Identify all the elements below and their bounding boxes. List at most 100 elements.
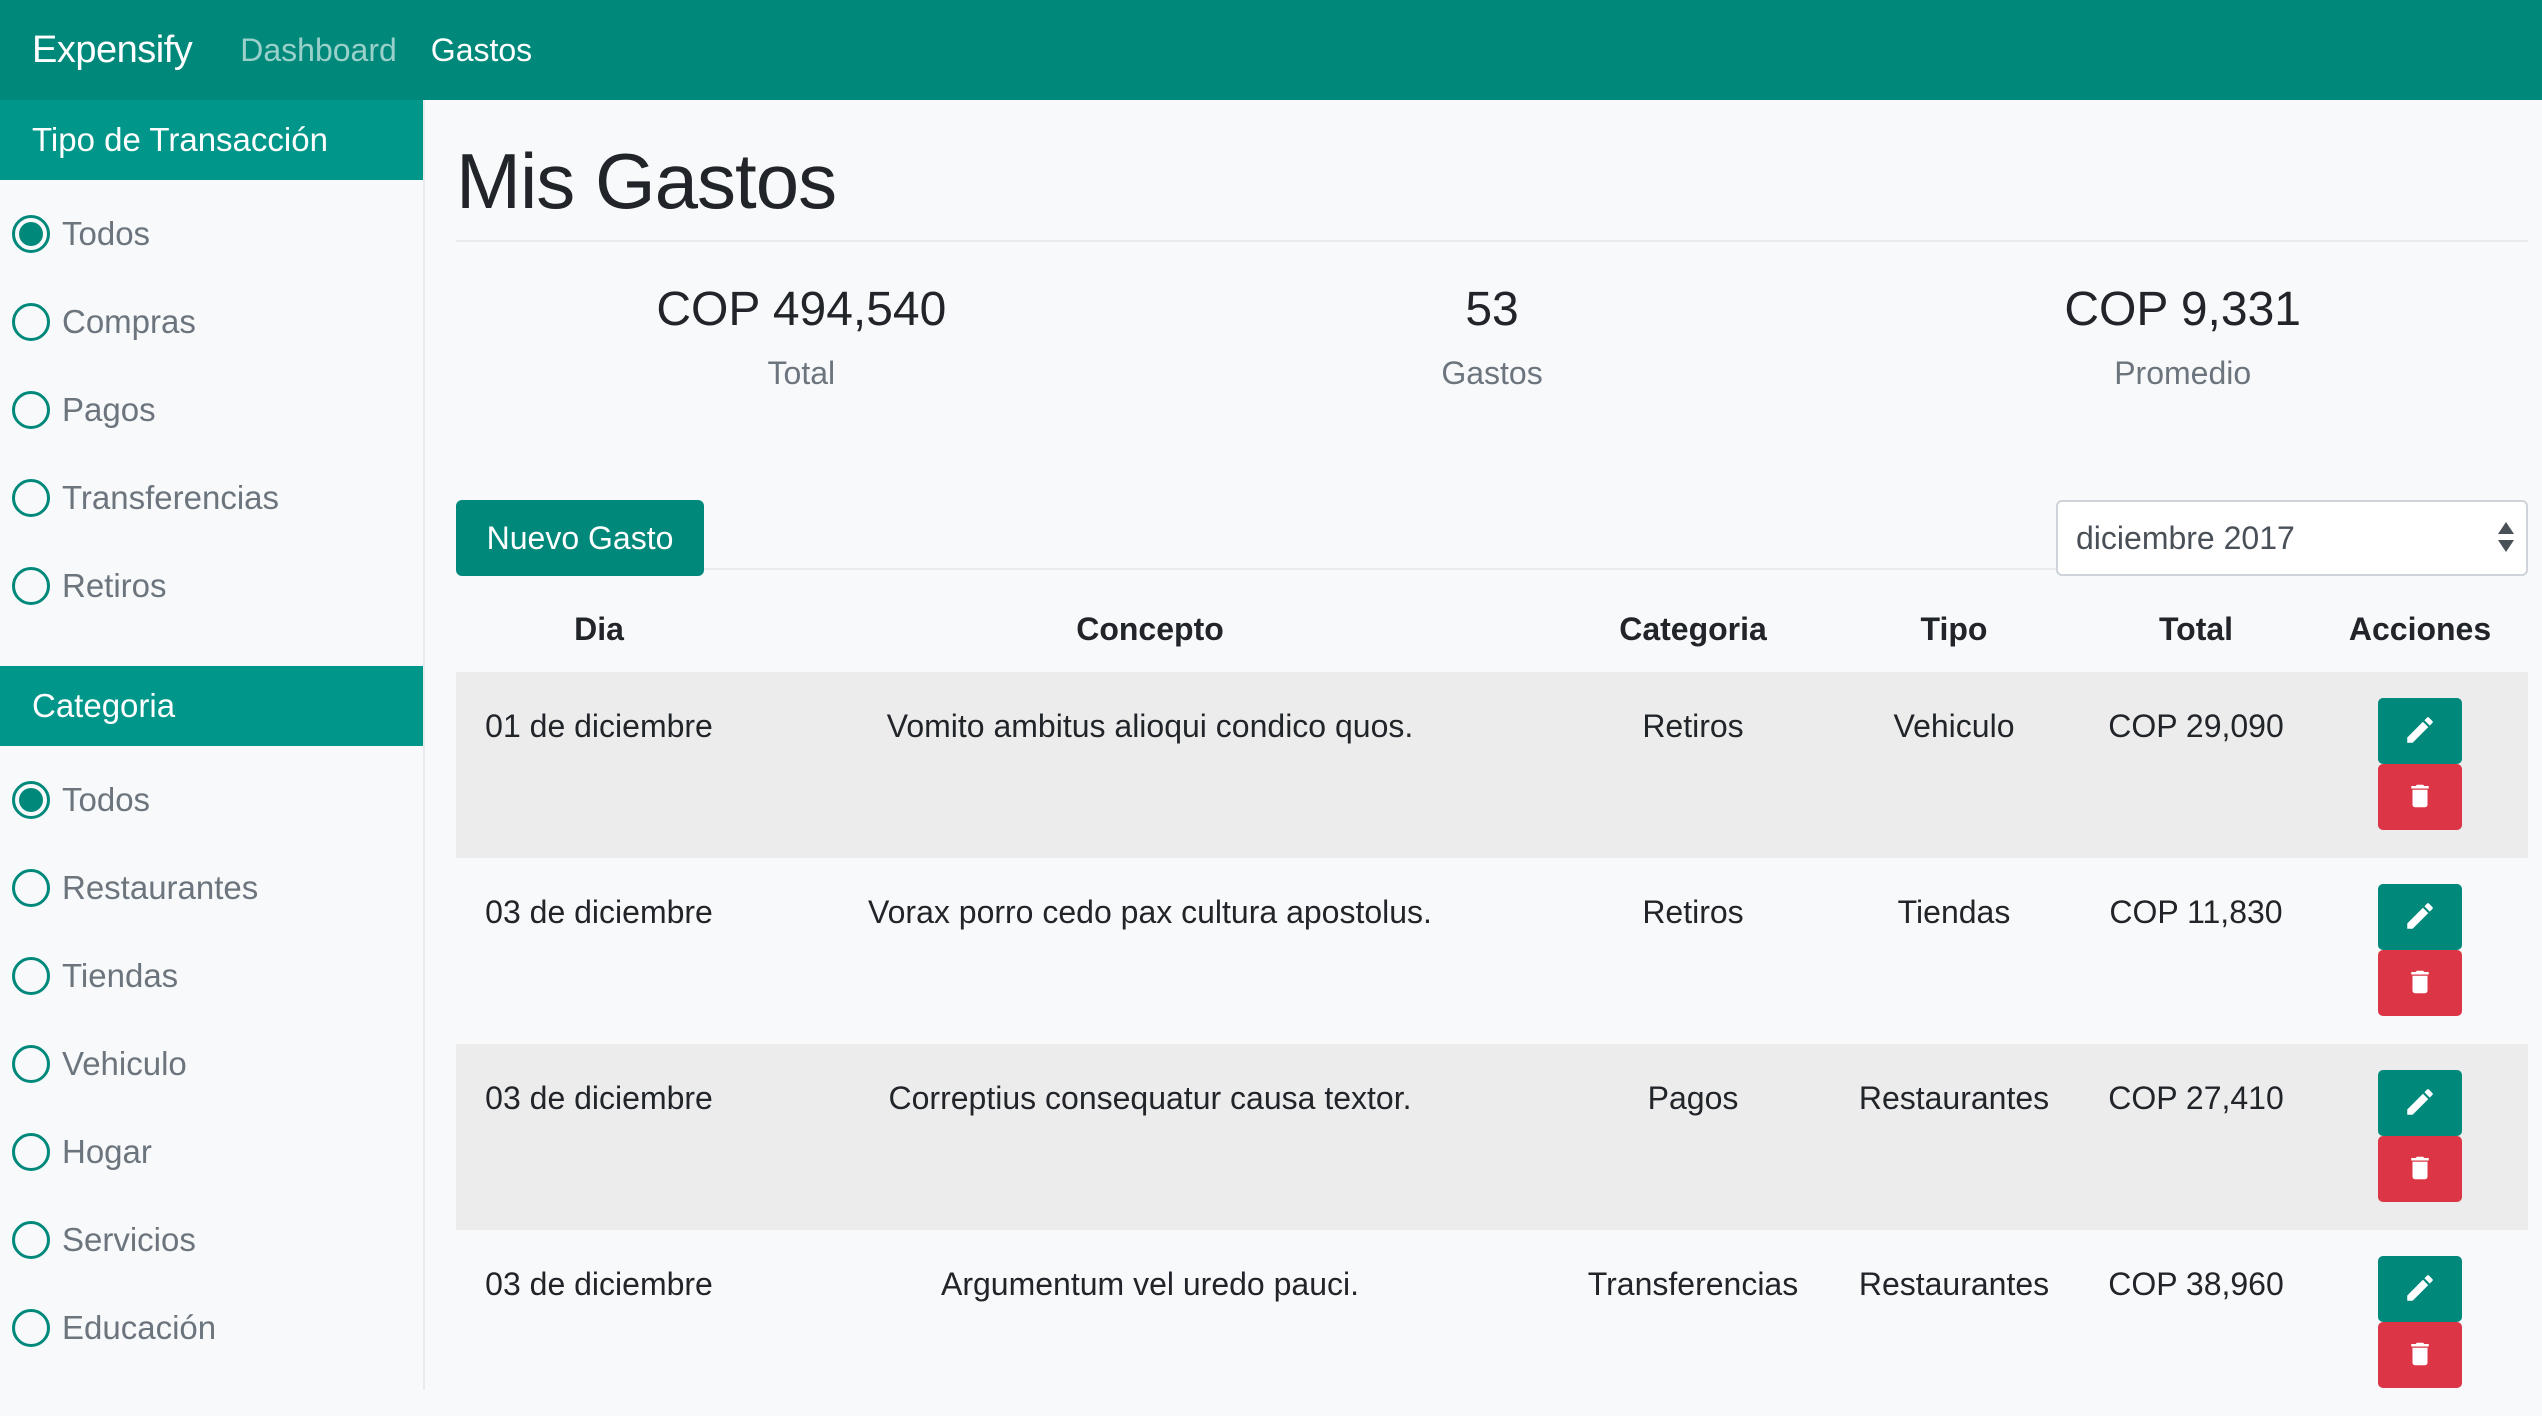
expenses-table: Dia Concepto Categoria Tipo Total Accion…: [456, 570, 2528, 1416]
cell-dia: 01 de diciembre: [456, 672, 742, 858]
radio-icon[interactable]: [12, 1133, 50, 1171]
table-row: 03 de diciembre Vorax porro cedo pax cult…: [456, 858, 2528, 1044]
trash-icon: [2405, 1337, 2435, 1374]
tipo-transaccion-header: Tipo de Transacción: [0, 100, 423, 180]
stat-gastos: 53 Gastos: [1147, 242, 1838, 452]
table-row: 01 de diciembre Vomito ambitus alioqui co…: [456, 672, 2528, 858]
table-row: 03 de diciembre Argumentum vel uredo pauc…: [456, 1230, 2528, 1416]
stat-promedio-value: COP 9,331: [2064, 283, 2301, 336]
stat-promedio-label: Promedio: [2114, 355, 2252, 391]
main-content: Mis Gastos COP 494,540 Total 53 Gastos C…: [456, 100, 2528, 1416]
radio-icon[interactable]: [12, 1309, 50, 1347]
stat-total-value: COP 494,540: [656, 283, 947, 336]
cell-tipo: Vehiculo: [1828, 672, 2080, 858]
cell-concepto: Argumentum vel uredo pauci.: [941, 1266, 1359, 1302]
cell-tipo: Restaurantes: [1828, 1044, 2080, 1230]
stat-promedio: COP 9,331 Promedio: [1837, 242, 2528, 452]
tipo-option[interactable]: Compras: [0, 278, 423, 366]
delete-button[interactable]: [2378, 1322, 2462, 1388]
radio-icon[interactable]: [12, 957, 50, 995]
edit-button[interactable]: [2378, 1256, 2462, 1322]
cell-acciones: [2312, 1044, 2528, 1230]
radio-icon[interactable]: [12, 1045, 50, 1083]
categoria-option-label: Vehiculo: [62, 1045, 187, 1082]
categoria-list: Todos Restaurantes Tiendas Vehiculo Hogar Ser…: [0, 746, 423, 1408]
header-tipo[interactable]: Tipo: [1828, 570, 2080, 672]
cell-total: COP 11,830: [2109, 894, 2283, 930]
categoria-option[interactable]: Educación: [0, 1284, 423, 1372]
tipo-option[interactable]: Transferencias: [0, 454, 423, 542]
pencil-icon: [2403, 1271, 2437, 1308]
cell-acciones: [2312, 1230, 2528, 1416]
cell-categoria: Pagos: [1558, 1044, 1828, 1230]
radio-icon[interactable]: [12, 215, 50, 253]
cell-acciones: [2312, 858, 2528, 1044]
pencil-icon: [2403, 899, 2437, 936]
trash-icon: [2405, 965, 2435, 1002]
brand-logo[interactable]: Expensify: [32, 29, 193, 72]
month-select[interactable]: diciembre 2017: [2056, 500, 2528, 576]
categoria-header: Categoria: [0, 666, 423, 746]
categoria-option[interactable]: Vehiculo: [0, 1020, 423, 1108]
categoria-option-label: Hogar: [62, 1133, 152, 1170]
radio-dot: [19, 788, 43, 812]
nuevo-gasto-button[interactable]: Nuevo Gasto: [456, 500, 704, 576]
delete-button[interactable]: [2378, 950, 2462, 1016]
header-concepto[interactable]: Concepto: [742, 570, 1558, 672]
header-categoria[interactable]: Categoria: [1558, 570, 1828, 672]
cell-categoria: Transferencias: [1587, 1266, 1799, 1302]
delete-button[interactable]: [2378, 764, 2462, 830]
stat-total: COP 494,540 Total: [456, 242, 1147, 452]
tipo-option-label: Transferencias: [62, 479, 280, 516]
page-title: Mis Gastos: [456, 100, 2528, 242]
header-acciones: Acciones: [2348, 610, 2492, 647]
pencil-icon: [2403, 1085, 2437, 1122]
header-total[interactable]: Total: [2080, 570, 2312, 672]
edit-button[interactable]: [2378, 698, 2462, 764]
nav-link-gastos[interactable]: Gastos: [431, 32, 532, 69]
radio-dot: [19, 222, 43, 246]
tipo-option[interactable]: Pagos: [0, 366, 423, 454]
radio-icon[interactable]: [12, 1221, 50, 1259]
cell-tipo: Tiendas: [1897, 894, 2011, 930]
stat-total-label: Total: [767, 355, 836, 391]
cell-categoria: Retiros: [1642, 894, 1744, 930]
edit-button[interactable]: [2378, 884, 2462, 950]
nav-link-dashboard[interactable]: Dashboard: [240, 32, 397, 69]
cell-tipo: Restaurantes: [1858, 1266, 2050, 1302]
categoria-option[interactable]: Hogar: [0, 1108, 423, 1196]
trash-icon: [2405, 1151, 2435, 1188]
month-select-value: diciembre 2017: [2076, 519, 2295, 556]
categoria-option-label: Tiendas: [62, 957, 179, 994]
radio-icon[interactable]: [12, 781, 50, 819]
stat-gastos-value: 53: [1465, 283, 1519, 336]
radio-icon[interactable]: [12, 479, 50, 517]
radio-icon[interactable]: [12, 391, 50, 429]
categoria-option[interactable]: Tiendas: [0, 932, 423, 1020]
tipo-option-label: Compras: [62, 303, 196, 340]
categoria-option[interactable]: Servicios: [0, 1196, 423, 1284]
radio-icon[interactable]: [12, 869, 50, 907]
categoria-option[interactable]: Restaurantes: [0, 844, 423, 932]
tipo-option-label: Pagos: [62, 391, 156, 428]
delete-button[interactable]: [2378, 1136, 2462, 1202]
edit-button[interactable]: [2378, 1070, 2462, 1136]
categoria-option-label: Educación: [62, 1309, 217, 1346]
cell-acciones: [2312, 672, 2528, 858]
cell-total: COP 27,410: [2080, 1044, 2312, 1230]
table-body: 01 de diciembre Vomito ambitus alioqui co…: [456, 672, 2528, 1416]
radio-icon[interactable]: [12, 567, 50, 605]
cell-dia: 03 de diciembre: [456, 1044, 742, 1230]
tipo-option[interactable]: Todos: [0, 190, 423, 278]
stat-gastos-label: Gastos: [1441, 355, 1543, 391]
radio-icon[interactable]: [12, 303, 50, 341]
table-row: 03 de diciembre Correptius consequatur ca…: [456, 1044, 2528, 1230]
cell-categoria: Retiros: [1558, 672, 1828, 858]
header-dia[interactable]: Dia: [456, 570, 742, 672]
sidebar: Tipo de Transacción Todos Compras Pagos Tra…: [0, 100, 425, 1390]
tipo-transaccion-list: Todos Compras Pagos Transferencias Retiros: [0, 180, 423, 666]
categoria-option[interactable]: Todos: [0, 756, 423, 844]
trash-icon: [2405, 779, 2435, 816]
categoria-option-label: Restaurantes: [62, 869, 259, 906]
tipo-option[interactable]: Retiros: [0, 542, 423, 630]
